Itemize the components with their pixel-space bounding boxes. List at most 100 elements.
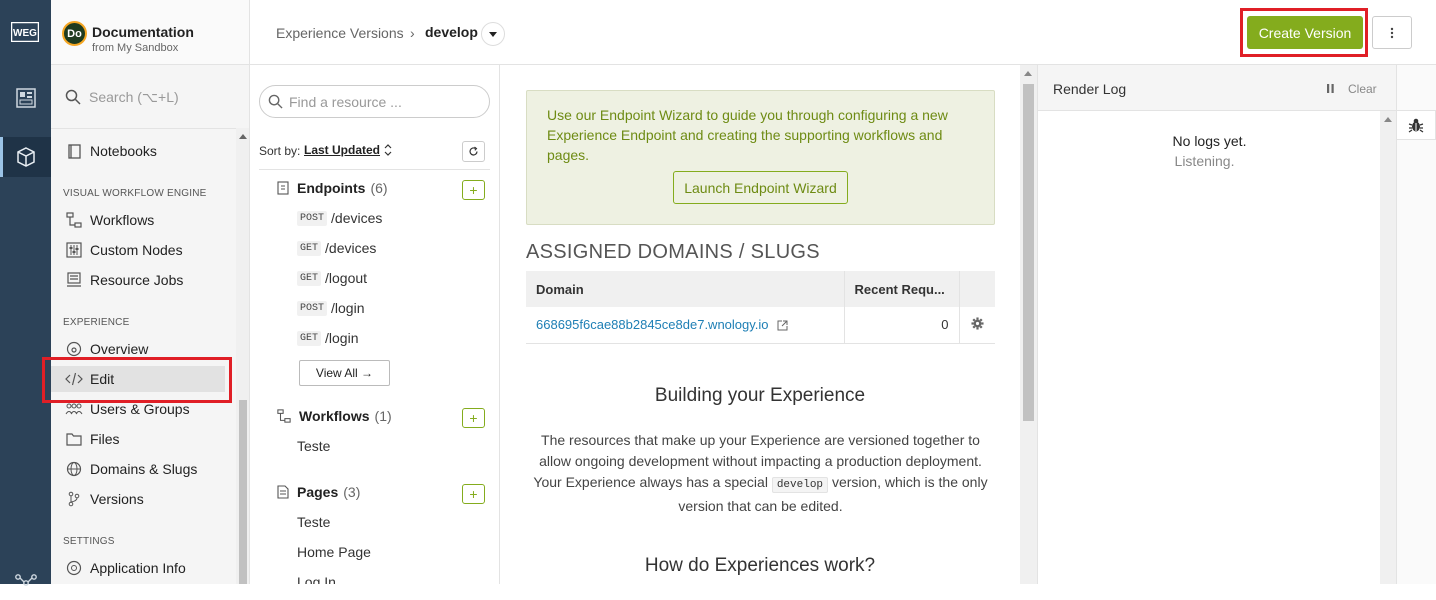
domains-table: Domain Recent Requ... 668695f6cae88b2845… [526, 271, 995, 344]
workflow-nodes-icon [14, 573, 37, 587]
group-count: (6) [370, 180, 388, 196]
section-experience: EXPERIENCE [63, 317, 130, 328]
sidebar-search[interactable]: Search (⌥+L) [65, 87, 235, 107]
gear-icon [971, 317, 984, 330]
sidebar-item-label: Application Info [90, 560, 186, 576]
building-experience-title: Building your Experience [654, 385, 866, 406]
group-count: (3) [343, 484, 361, 500]
sidebar-item-custom-nodes[interactable]: Custom Nodes [65, 237, 225, 263]
group-pages[interactable]: Pages (3) [277, 484, 360, 500]
scroll-up-arrow-icon[interactable] [1024, 71, 1032, 76]
add-workflow-button[interactable]: + [462, 408, 485, 428]
wizard-description: Use our Endpoint Wizard to guide you thr… [547, 107, 948, 163]
endpoint-icon [277, 181, 289, 195]
resource-divider [259, 169, 490, 170]
info-icon [65, 559, 83, 577]
endpoint-path: /devices [325, 240, 377, 256]
main-scrollbar[interactable] [1020, 65, 1037, 584]
scroll-up-arrow-icon[interactable] [239, 134, 247, 139]
column-header-domain[interactable]: Domain [526, 271, 845, 307]
overview-icon [65, 340, 83, 358]
render-log-title: Render Log [1053, 81, 1127, 97]
folder-icon [65, 430, 83, 448]
view-all-endpoints-button[interactable]: View All → [299, 360, 390, 386]
domain-text: 668695f6cae88b2845ce8de7.wnology.io [536, 317, 769, 333]
debug-toggle-button[interactable] [1396, 110, 1436, 140]
workflow-item[interactable]: Teste [297, 438, 330, 454]
right-tool-strip [1396, 65, 1436, 584]
sidebar-scrollbar[interactable] [236, 128, 249, 584]
jobs-icon [65, 271, 83, 289]
group-name: Endpoints [297, 180, 366, 196]
app-name: Documentation [92, 24, 194, 40]
sidebar-item-label: Notebooks [90, 143, 157, 159]
dashboard-rail-button[interactable] [0, 78, 51, 118]
create-version-highlight-box [1240, 8, 1368, 57]
experience-rail-button[interactable] [0, 137, 51, 177]
render-log-scrollbar[interactable] [1380, 111, 1396, 584]
launch-endpoint-wizard-button[interactable]: Launch Endpoint Wizard [673, 171, 848, 204]
endpoint-item[interactable]: POST/login [297, 300, 364, 316]
sidebar-item-label: Custom Nodes [90, 242, 183, 258]
refresh-button[interactable] [462, 141, 485, 162]
add-page-button[interactable]: + [462, 484, 485, 504]
http-method-badge: GET [297, 330, 322, 346]
group-endpoints[interactable]: Endpoints (6) [277, 180, 388, 196]
version-dropdown-button[interactable] [481, 22, 505, 46]
search-icon [268, 94, 283, 109]
domain-link[interactable]: 668695f6cae88b2845ce8de7.wnology.io [526, 307, 845, 344]
workflow-icon [277, 409, 291, 423]
sidebar-search-placeholder: Search (⌥+L) [89, 88, 179, 105]
endpoint-item[interactable]: GET/login [297, 330, 358, 346]
add-endpoint-button[interactable]: + [462, 180, 485, 200]
endpoint-item[interactable]: POST/devices [297, 210, 382, 226]
notebook-icon [65, 142, 83, 160]
sort-select[interactable]: Last Updated [304, 143, 380, 157]
endpoint-item[interactable]: GET/logout [297, 270, 367, 286]
domain-settings-button[interactable] [959, 307, 995, 344]
http-method-badge: POST [297, 300, 328, 316]
scroll-thumb[interactable] [1023, 84, 1034, 421]
breadcrumb-current-version: develop [425, 24, 478, 40]
scroll-up-arrow-icon[interactable] [1384, 117, 1392, 122]
clear-log-button[interactable]: Clear [1348, 82, 1377, 96]
http-method-badge: GET [297, 270, 322, 286]
more-options-button[interactable] [1372, 16, 1412, 49]
sidebar-item-label: Overview [90, 341, 149, 357]
scroll-thumb[interactable] [239, 400, 247, 584]
develop-code-tag: develop [771, 477, 829, 493]
sidebar-item-application-info[interactable]: Application Info [65, 555, 225, 581]
sidebar-item-domains-slugs[interactable]: Domains & Slugs [65, 456, 225, 482]
sidebar-item-label: Resource Jobs [90, 272, 184, 288]
sidebar-item-notebooks[interactable]: Notebooks [65, 138, 225, 164]
sidebar-item-files[interactable]: Files [65, 426, 225, 452]
sidebar-item-resource-jobs[interactable]: Resource Jobs [65, 267, 225, 293]
sort-toggle-icon[interactable] [384, 143, 392, 157]
group-workflows[interactable]: Workflows (1) [277, 408, 392, 424]
edit-highlight-box [42, 357, 232, 403]
page-name: Teste [297, 514, 331, 530]
endpoint-path: /devices [331, 210, 383, 226]
page-item[interactable]: Teste [297, 514, 330, 530]
sidebar-item-versions[interactable]: Versions [65, 486, 225, 512]
page-item[interactable]: Log In [297, 574, 336, 584]
column-header-recent-requests[interactable]: Recent Requ... [844, 271, 960, 307]
page-name: Home Page [297, 544, 371, 560]
pause-icon[interactable] [1327, 84, 1334, 93]
page-item[interactable]: Home Page [297, 544, 371, 560]
group-name: Workflows [299, 408, 370, 424]
app-sidebar: Do Documentation from My Sandbox Search … [51, 0, 250, 584]
main-content: Use our Endpoint Wizard to guide you thr… [500, 65, 1020, 584]
sidebar-item-label: Versions [90, 491, 144, 507]
resource-search-input[interactable]: Find a resource ... [259, 85, 490, 118]
endpoint-item[interactable]: GET/devices [297, 240, 376, 256]
weg-logo[interactable]: WEG [11, 22, 39, 42]
group-count: (1) [374, 408, 392, 424]
assigned-domains-title: ASSIGNED DOMAINS / SLUGS [526, 241, 820, 263]
http-method-badge: GET [297, 240, 322, 256]
breadcrumb-experience-versions[interactable]: Experience Versions [276, 25, 404, 41]
workflow-nodes-rail-button[interactable] [0, 560, 51, 600]
sidebar-item-workflows[interactable]: Workflows [65, 207, 225, 233]
app-header[interactable]: Do Documentation from My Sandbox [51, 0, 249, 65]
sidebar-item-label: Workflows [90, 212, 155, 228]
